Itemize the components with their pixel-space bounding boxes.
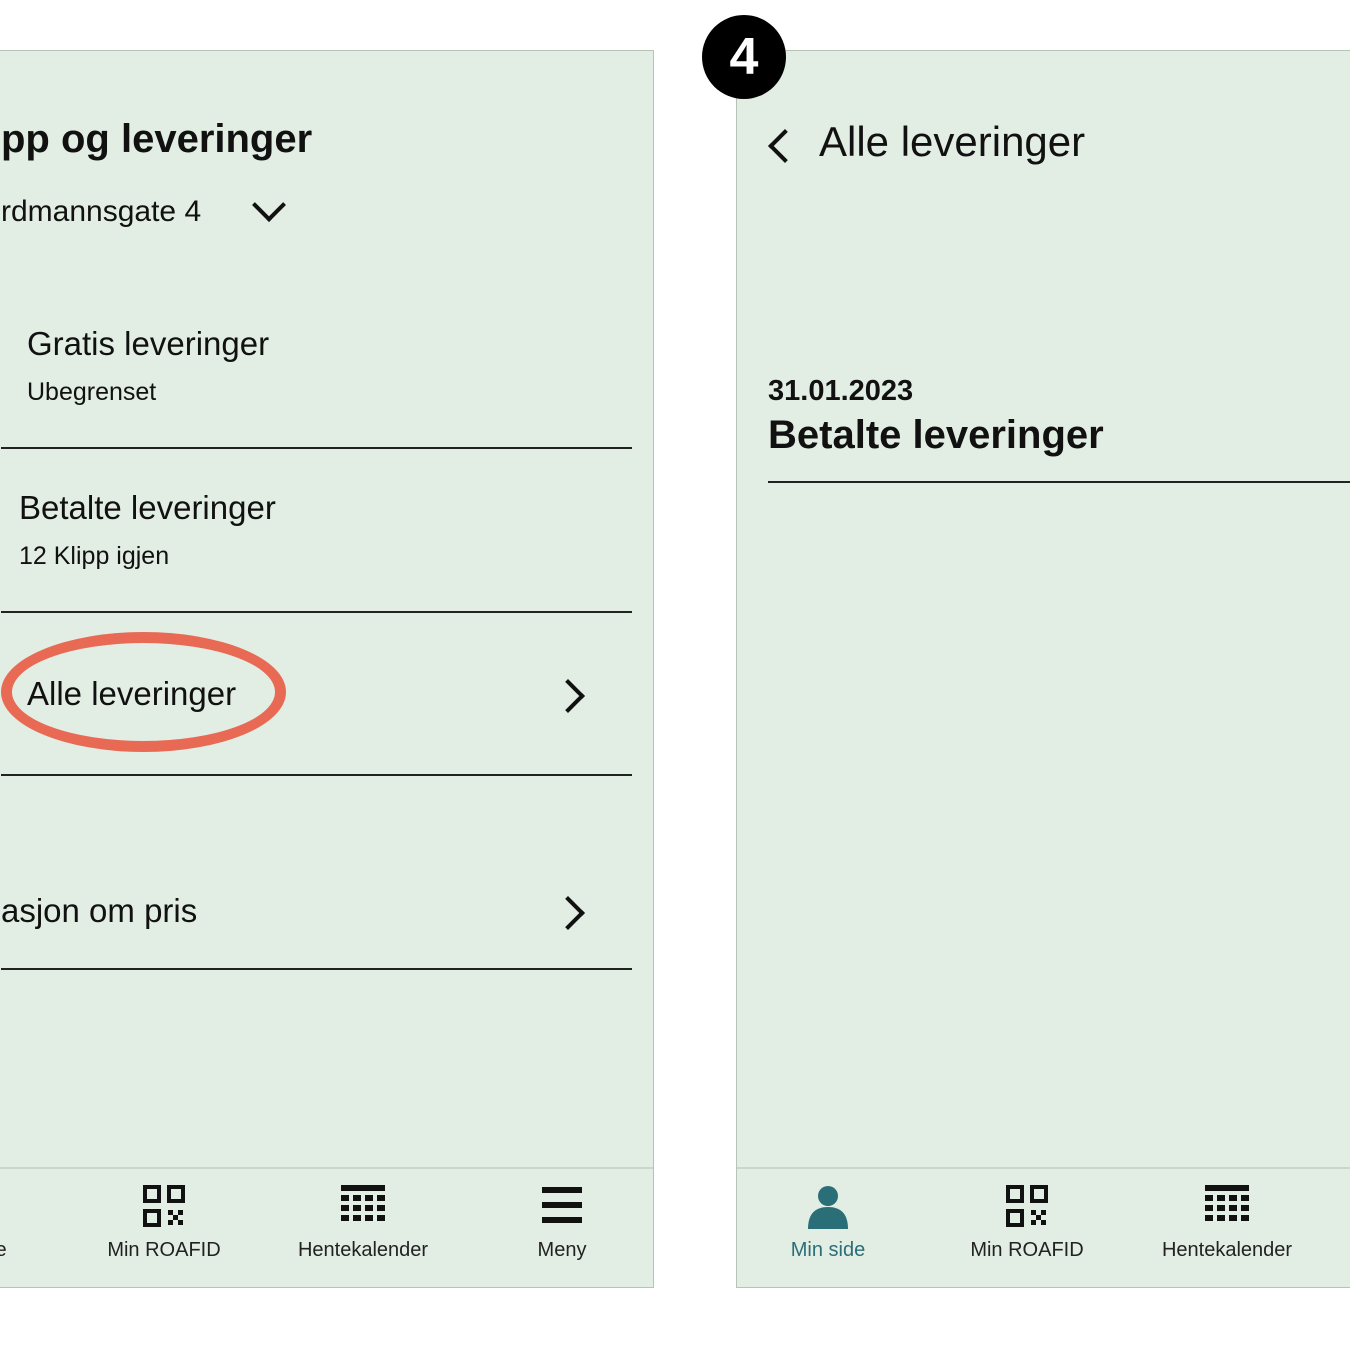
divider xyxy=(1,447,632,449)
left-phone-screen: pp og leveringer rdmannsgate 4 Gratis le… xyxy=(0,50,654,1288)
calendar-grid-icon xyxy=(341,1185,385,1221)
menu-icon xyxy=(542,1187,582,1223)
page-title: pp og leveringer xyxy=(1,117,313,161)
highlight-circle xyxy=(1,632,286,752)
tab-label: Min side xyxy=(790,1239,866,1261)
chevron-down-icon[interactable] xyxy=(252,188,286,222)
tab-min-roafid[interactable]: Min ROAFID xyxy=(74,1169,254,1287)
delivery-date: 31.01.2023 xyxy=(768,375,914,407)
divider xyxy=(768,481,1350,483)
tab-label: Min ROAFID xyxy=(107,1239,221,1261)
free-deliveries-value: Ubegrenset xyxy=(27,378,157,406)
chevron-right-icon xyxy=(551,896,585,930)
tab-hentekalender[interactable]: Hentekalender xyxy=(273,1169,453,1287)
tab-hentekalender[interactable]: Hentekalender xyxy=(1137,1169,1317,1287)
tab-bar: e Min ROAFID Hentekalender xyxy=(0,1167,653,1287)
address-selector[interactable]: rdmannsgate 4 xyxy=(1,195,201,229)
calendar-grid-icon xyxy=(1205,1185,1249,1221)
person-icon xyxy=(808,1186,848,1229)
tab-label: Meny xyxy=(537,1239,587,1261)
paid-deliveries-title: Betalte leveringer xyxy=(19,489,276,526)
free-deliveries-title: Gratis leveringer xyxy=(27,325,270,362)
back-chevron-icon[interactable] xyxy=(768,129,802,163)
tab-meny[interactable]: Meny xyxy=(472,1169,652,1287)
divider xyxy=(1,968,632,970)
price-info-label: asjon om pris xyxy=(1,892,198,929)
tab-label: Min ROAFID xyxy=(970,1239,1084,1261)
qr-code-icon xyxy=(1006,1185,1048,1227)
delivery-title: Betalte leveringer xyxy=(768,413,1104,457)
chevron-right-icon xyxy=(551,679,585,713)
tab-label: Hentekalender xyxy=(1161,1239,1293,1261)
paid-deliveries-value: 12 Klipp igjen xyxy=(19,542,170,570)
tab-bar: Min side Min ROAFID Hentekalender xyxy=(737,1167,1350,1287)
qr-code-icon xyxy=(143,1185,185,1227)
tab-min-roafid[interactable]: Min ROAFID xyxy=(937,1169,1117,1287)
tab-label: Hentekalender xyxy=(297,1239,429,1261)
step-badge: 4 xyxy=(702,15,786,99)
delivery-entry[interactable]: 31.01.2023 Betalte leveringer xyxy=(768,369,1350,481)
price-info-row[interactable]: asjon om pris xyxy=(1,776,632,968)
right-phone-screen: Alle leveringer 31.01.2023 Betalte lever… xyxy=(736,50,1350,1288)
tab-min-side[interactable]: Min side xyxy=(738,1169,918,1287)
page-title: Alle leveringer xyxy=(819,118,1086,165)
